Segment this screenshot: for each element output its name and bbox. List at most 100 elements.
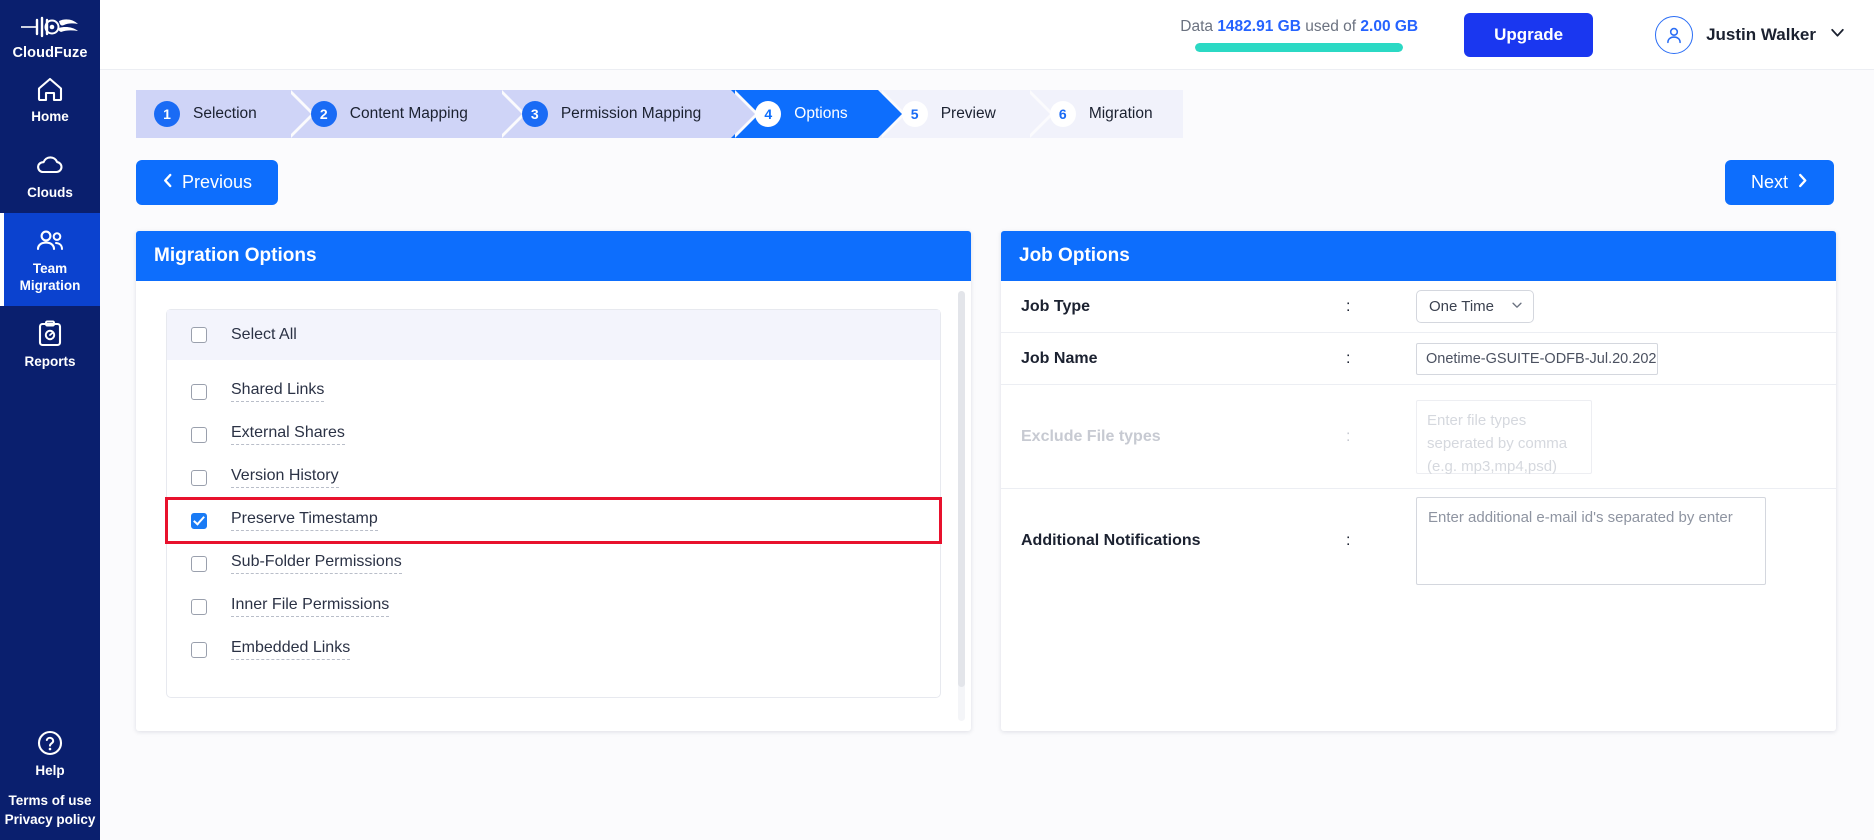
step-arrow-notch (877, 90, 902, 138)
migration-options-list: Select All Shared Links External Shares Ver… (165, 309, 942, 698)
next-button[interactable]: Next (1724, 160, 1834, 205)
step-label: Preview (940, 105, 996, 122)
migration-options-body: Select All Shared Links External Shares Ver… (136, 281, 971, 731)
data-usage-used: 1482.91 GB (1217, 17, 1301, 35)
job-option-separator: : (1346, 427, 1351, 445)
sidebar-item-team-migration[interactable]: Team Migration (0, 212, 100, 306)
cloudfuze-logo-icon (19, 14, 81, 40)
chevron-down-icon (1829, 24, 1846, 46)
checkbox-inner-file-permissions[interactable] (191, 598, 207, 615)
wizard-step-selection[interactable]: 1 Selection (136, 90, 315, 138)
brand-name: CloudFuze (12, 45, 88, 61)
job-options-title: Job Options (1001, 231, 1836, 281)
job-option-label: Exclude File types (1021, 427, 1161, 445)
step-arrow-notch (497, 90, 522, 138)
upgrade-button[interactable]: Upgrade (1464, 12, 1594, 57)
option-label[interactable]: External Shares (231, 424, 345, 445)
data-usage-prefix: Data (1180, 17, 1213, 35)
sidebar-item-reports[interactable]: Reports (0, 306, 100, 382)
previous-button[interactable]: Previous (136, 160, 279, 205)
sidebar-item-label: Team Migration (19, 260, 81, 293)
option-label[interactable]: Embedded Links (231, 639, 351, 660)
previous-button-label: Previous (182, 172, 253, 192)
option-label[interactable]: Select All (231, 326, 297, 344)
chevron-right-icon (1797, 172, 1808, 193)
migration-option-row-inner-file-permissions[interactable]: Inner File Permissions (167, 585, 940, 628)
chevron-left-icon (162, 172, 173, 193)
scrollbar-thumb[interactable] (958, 291, 965, 687)
migration-option-row-embedded-links[interactable]: Embedded Links (167, 628, 940, 671)
job-option-separator: : (1346, 349, 1351, 367)
step-number-badge: 4 (755, 101, 782, 127)
step-number-badge: 6 (1049, 101, 1076, 127)
app-root: CloudFuze Home Clouds Team Migration Rep… (0, 0, 1874, 840)
job-type-select[interactable]: One Time (1416, 290, 1534, 323)
step-arrow-notch (1025, 90, 1050, 138)
data-usage-bar (1195, 42, 1404, 52)
migration-options-panel: Migration Options Select All Shared Links… (136, 231, 971, 731)
migration-option-row-select-all[interactable]: Select All (167, 310, 940, 360)
checkbox-external-shares[interactable] (191, 426, 207, 443)
exclude-file-types-textarea: Enter file types seperated by comma (e.g… (1416, 399, 1592, 475)
step-label: Options (794, 105, 848, 122)
home-icon (34, 74, 66, 104)
wizard-step-content-mapping[interactable]: 2 Content Mapping (286, 90, 526, 138)
main-area: Data 1482.91 GB used of 2.00 GB Upgrade (100, 0, 1874, 840)
sidebar-item-label: Home (31, 109, 69, 124)
checkbox-preserve-timestamp[interactable] (191, 512, 207, 529)
checkbox-embedded-links[interactable] (191, 641, 207, 658)
job-option-row-additional-notifications: Additional Notifications: Enter additiona… (1001, 489, 1836, 593)
migration-options-title: Migration Options (136, 231, 971, 281)
step-label: Content Mapping (349, 105, 468, 122)
job-option-row-exclude-file-types: Exclude File types: Enter file types sepe… (1001, 385, 1836, 489)
cloud-icon (34, 150, 66, 180)
migration-options-scrollbar[interactable] (958, 291, 965, 721)
report-icon (34, 319, 66, 349)
checkbox-shared-links[interactable] (191, 383, 207, 400)
migration-option-row-preserve-timestamp[interactable]: Preserve Timestamp (165, 497, 942, 544)
additional-notifications-textarea[interactable]: Enter additional e-mail id's separated b… (1416, 497, 1766, 585)
job-option-field: Onetime-GSUITE-ODFB-Jul.20.2022 (1416, 342, 1816, 375)
checkbox-sub-folder-permissions[interactable] (191, 555, 207, 572)
step-number-badge: 5 (901, 101, 928, 127)
job-option-field: One Time (1416, 290, 1816, 323)
job-option-separator: : (1346, 297, 1351, 315)
job-option-row-job-name: Job Name: Onetime-GSUITE-ODFB-Jul.20.2022 (1001, 333, 1836, 385)
sidebar-item-home[interactable]: Home (0, 61, 100, 137)
migration-option-row-external-shares[interactable]: External Shares (167, 413, 940, 456)
migration-option-row-shared-links[interactable]: Shared Links (167, 370, 940, 413)
job-option-label: Job Type (1021, 297, 1091, 315)
step-number-badge: 1 (154, 101, 180, 127)
step-arrow-notch (286, 90, 311, 138)
checkbox-version-history[interactable] (191, 469, 207, 486)
job-option-row-job-type: Job Type: One Time (1001, 281, 1836, 333)
option-label[interactable]: Preserve Timestamp (231, 510, 378, 531)
step-number-badge: 3 (521, 101, 548, 127)
step-label: Migration (1088, 105, 1153, 122)
sidebar-footer: Terms of use Privacy policy (0, 791, 100, 840)
sidebar-item-label: Reports (24, 353, 76, 369)
sidebar-item-label: Help (35, 763, 65, 778)
data-usage-bar-fill (1195, 42, 1404, 52)
help-circle-icon (34, 728, 66, 758)
sidebar-item-help[interactable]: Help (0, 715, 100, 791)
option-label[interactable]: Shared Links (231, 381, 325, 402)
wizard-stepper-container: 1 Selection 2 Content Mapping 3 Permission Ma… (100, 70, 1874, 138)
checkbox-select-all[interactable] (191, 327, 207, 343)
step-arrow-notch (731, 90, 756, 138)
option-label[interactable]: Sub-Folder Permissions (231, 553, 402, 574)
brand[interactable]: CloudFuze (0, 0, 100, 61)
wizard-step-permission-mapping[interactable]: 3 Permission Mapping (497, 90, 760, 138)
option-label[interactable]: Inner File Permissions (231, 596, 390, 617)
data-usage-widget: Data 1482.91 GB used of 2.00 GB (1180, 18, 1418, 52)
data-usage-text: Data 1482.91 GB used of 2.00 GB (1180, 18, 1418, 36)
migration-option-row-sub-folder-permissions[interactable]: Sub-Folder Permissions (167, 542, 940, 585)
next-button-label: Next (1750, 172, 1788, 192)
option-label[interactable]: Version History (231, 467, 339, 488)
terms-of-use-link[interactable]: Terms of use (8, 791, 91, 811)
privacy-policy-link[interactable]: Privacy policy (5, 810, 96, 830)
job-name-input[interactable]: Onetime-GSUITE-ODFB-Jul.20.2022 (1416, 342, 1658, 375)
migration-option-row-version-history[interactable]: Version History (167, 456, 940, 499)
sidebar-item-clouds[interactable]: Clouds (0, 137, 100, 213)
user-profile-menu[interactable]: Justin Walker (1655, 15, 1846, 54)
